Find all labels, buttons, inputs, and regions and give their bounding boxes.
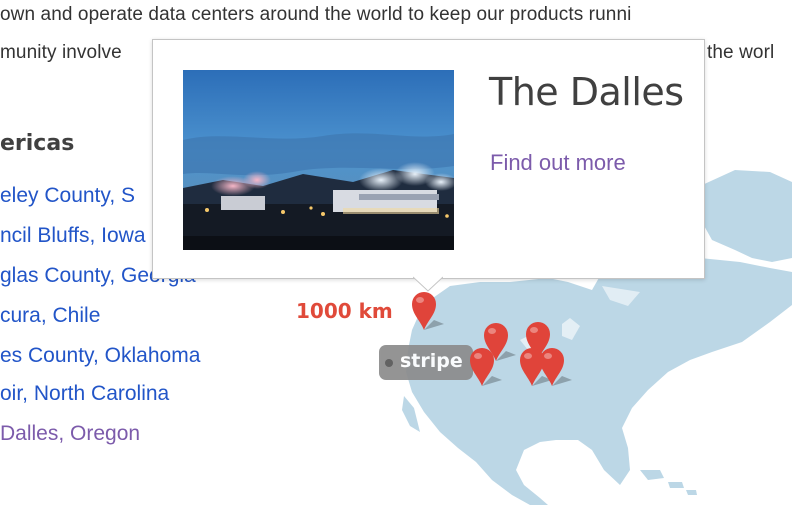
stripe-badge: stripe	[379, 345, 473, 380]
badge-dot	[385, 359, 393, 367]
map-marker-icon[interactable]	[468, 346, 502, 388]
map-marker-icon[interactable]	[410, 290, 444, 332]
stripe-badge-label: stripe	[400, 350, 463, 372]
find-out-more-link[interactable]: Find out more	[490, 150, 626, 176]
map-marker-icon[interactable]	[538, 346, 572, 388]
datacenter-night-photo	[183, 70, 454, 250]
map-scale-label: 1000 km	[296, 299, 393, 323]
popup-title: The Dalles	[489, 70, 684, 114]
location-popup: The Dalles Find out more	[152, 39, 705, 292]
